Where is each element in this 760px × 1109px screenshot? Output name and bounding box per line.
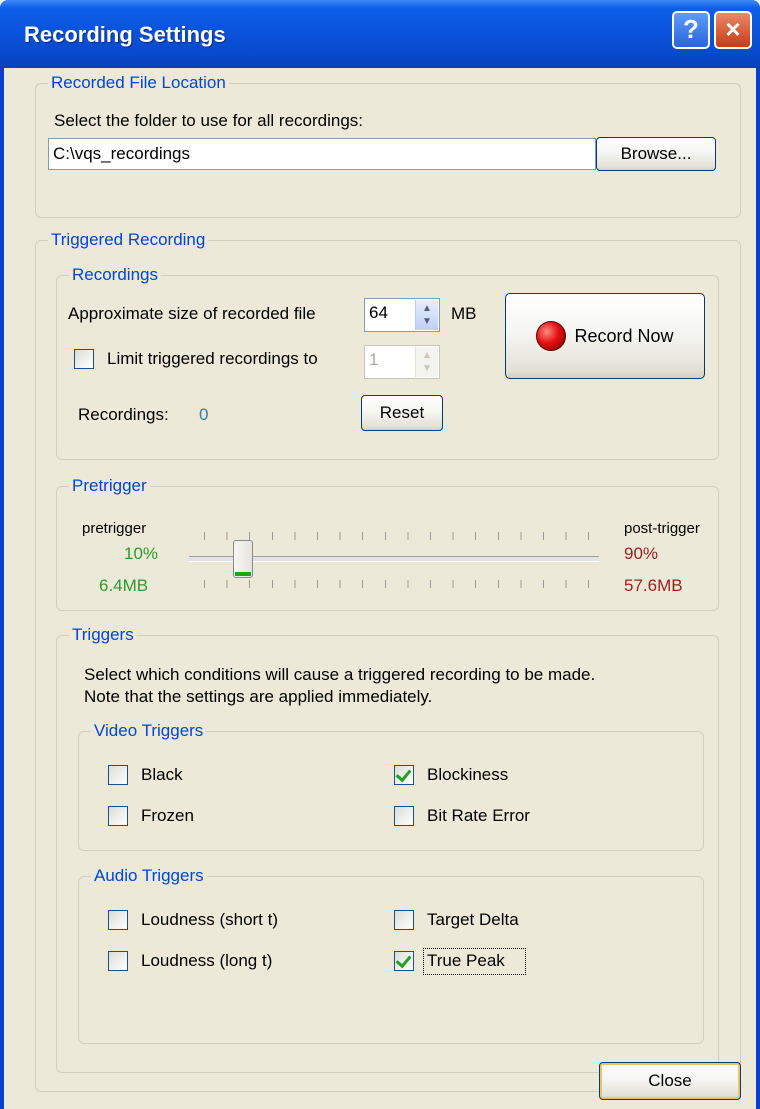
blockiness-trigger-label: Blockiness <box>427 765 509 784</box>
browse-button[interactable]: Browse... <box>596 137 716 171</box>
post-trigger-percent: 90% <box>624 544 659 563</box>
reset-button[interactable]: Reset <box>361 395 443 431</box>
close-icon: × <box>725 14 741 44</box>
frozen-trigger-label: Frozen <box>141 806 194 825</box>
slider-ticks-top <box>204 532 593 540</box>
blockiness-trigger-checkbox[interactable] <box>394 765 414 785</box>
limit-recordings-spinner[interactable]: 1 ▲ ▼ <box>364 345 440 379</box>
video-triggers-group: Video Triggers <box>78 720 704 851</box>
loudness-short-trigger-label: Loudness (short t) <box>141 910 279 929</box>
help-button[interactable]: ? <box>672 11 710 49</box>
true-peak-focus-rect <box>423 948 526 975</box>
post-trigger-heading: post-trigger <box>624 520 700 537</box>
black-trigger-label: Black <box>141 765 183 784</box>
slider-ticks-bottom <box>204 580 593 588</box>
record-now-label: Record Now <box>574 325 674 346</box>
close-window-button[interactable]: × <box>714 11 752 49</box>
loudness-short-trigger-checkbox[interactable] <box>108 910 128 930</box>
record-now-button[interactable]: Record Now <box>505 293 705 379</box>
dialog-body: Recorded File Location Select the folder… <box>4 68 756 1109</box>
loudness-long-trigger-label: Loudness (long t) <box>141 951 273 970</box>
recording-settings-window: Recording Settings ? × Recorded File Loc… <box>0 0 760 1109</box>
file-size-value: 64 <box>369 303 388 322</box>
limit-recordings-value: 1 <box>369 350 379 369</box>
bit-rate-error-trigger-checkbox[interactable] <box>394 806 414 826</box>
loudness-long-trigger-checkbox[interactable] <box>108 951 128 971</box>
limit-recordings-arrows[interactable]: ▲ ▼ <box>415 347 438 377</box>
pretrigger-group-label: Pretrigger <box>69 475 150 497</box>
folder-path-input[interactable]: C:\vqs_recordings <box>48 138 596 170</box>
pretrigger-slider-thumb[interactable] <box>233 540 254 578</box>
bit-rate-error-trigger-label: Bit Rate Error <box>427 806 530 825</box>
triggers-description-line2: Note that the settings are applied immed… <box>84 687 433 706</box>
recordings-count-value: 0 <box>199 405 209 424</box>
checkmark-icon <box>395 765 412 783</box>
file-size-spinner[interactable]: 64 ▲ ▼ <box>364 298 440 332</box>
recordings-count-label: Recordings: <box>78 405 169 424</box>
pretrigger-percent: 10% <box>124 544 159 563</box>
limit-recordings-label: Limit triggered recordings to <box>107 349 318 368</box>
record-icon <box>536 321 567 351</box>
file-size-label: Approximate size of recorded file <box>68 304 316 323</box>
triggers-description-line1: Select which conditions will cause a tri… <box>84 665 596 684</box>
help-icon: ? <box>683 14 699 44</box>
checkmark-icon <box>395 951 412 969</box>
true-peak-trigger-checkbox[interactable] <box>394 951 414 971</box>
file-location-group-label: Recorded File Location <box>48 72 229 94</box>
triggered-recording-group-label: Triggered Recording <box>48 229 209 251</box>
target-delta-trigger-label: Target Delta <box>427 910 519 929</box>
pretrigger-heading: pretrigger <box>82 520 147 537</box>
spin-down-icon[interactable]: ▼ <box>416 316 438 328</box>
folder-prompt: Select the folder to use for all recordi… <box>54 111 363 130</box>
pretrigger-size: 6.4MB <box>99 576 149 595</box>
file-size-arrows[interactable]: ▲ ▼ <box>415 300 438 330</box>
post-trigger-size: 57.6MB <box>624 576 683 595</box>
limit-recordings-checkbox[interactable] <box>74 349 94 369</box>
title-bar[interactable]: Recording Settings ? × <box>0 0 760 68</box>
video-triggers-group-label: Video Triggers <box>91 720 207 742</box>
close-button[interactable]: Close <box>599 1062 741 1100</box>
window-title: Recording Settings <box>24 22 226 47</box>
frozen-trigger-checkbox[interactable] <box>108 806 128 826</box>
recordings-group-label: Recordings <box>69 264 161 286</box>
file-size-unit: MB <box>451 304 477 323</box>
triggers-group-label: Triggers <box>69 624 137 646</box>
spin-up-icon[interactable]: ▲ <box>416 350 438 362</box>
spin-up-icon[interactable]: ▲ <box>416 303 438 315</box>
audio-triggers-group-label: Audio Triggers <box>91 865 207 887</box>
target-delta-trigger-checkbox[interactable] <box>394 910 414 930</box>
black-trigger-checkbox[interactable] <box>108 765 128 785</box>
spin-down-icon[interactable]: ▼ <box>416 363 438 375</box>
